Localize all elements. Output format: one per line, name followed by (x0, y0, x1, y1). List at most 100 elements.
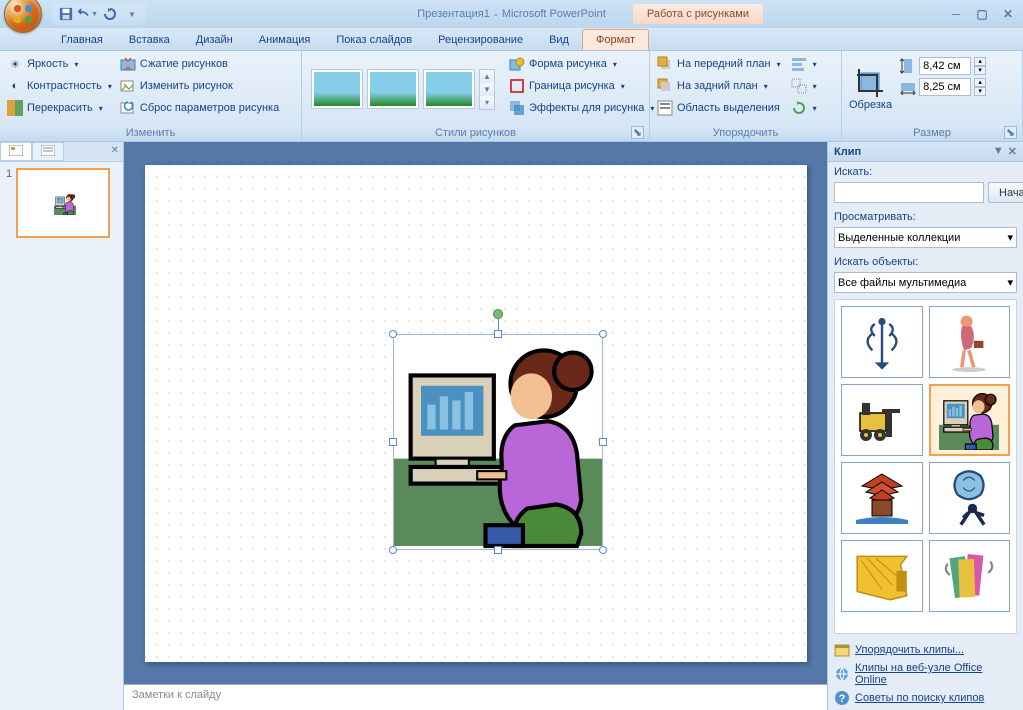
slides-panel: ✕ 1 (0, 142, 124, 710)
resize-handle[interactable] (389, 438, 397, 446)
office-button[interactable] (4, 0, 42, 33)
contextual-tab-label: Работа с рисунками (633, 4, 763, 24)
tab-format[interactable]: Формат (582, 29, 649, 50)
bring-front-button[interactable]: На передний план▾ (653, 53, 785, 75)
compress-button[interactable]: Сжатие рисунков (116, 53, 283, 75)
tab-slideshow[interactable]: Показ слайдов (323, 30, 425, 50)
group-button[interactable]: ▾ (787, 75, 821, 97)
dialog-launcher-icon[interactable]: ⬊ (1004, 126, 1017, 139)
front-icon (657, 56, 673, 72)
spin-up-icon[interactable]: ▴ (974, 57, 986, 66)
slides-tab[interactable] (0, 142, 32, 161)
rotate-handle[interactable] (493, 309, 503, 319)
resize-handle[interactable] (389, 330, 397, 338)
clip-result-item[interactable] (929, 540, 1011, 612)
style-option[interactable] (311, 69, 363, 109)
send-back-button[interactable]: На задний план▾ (653, 75, 785, 97)
search-tips-link[interactable]: ?Советы по поиску клипов (834, 688, 1017, 708)
panel-close-icon[interactable]: ✕ (1008, 145, 1017, 158)
media-type-select[interactable]: Все файлы мультимедиа▾ (834, 272, 1017, 293)
undo-icon[interactable]: ▼ (78, 4, 98, 24)
group-label-size: Размер⬊ (845, 125, 1019, 141)
recolor-icon (7, 100, 23, 116)
help-icon: ? (834, 690, 850, 706)
slides-tab-icon (9, 145, 23, 156)
slide-thumbnail[interactable]: 1 (6, 168, 117, 238)
picture-border-button[interactable]: Граница рисунка▾ (505, 75, 658, 97)
organize-clips-link[interactable]: Упорядочить клипы... (834, 640, 1017, 660)
height-input[interactable]: 8,42 см (919, 57, 971, 75)
selected-picture[interactable] (393, 334, 603, 550)
resize-handle[interactable] (389, 546, 397, 554)
outline-tab[interactable] (32, 142, 64, 161)
style-option[interactable] (367, 69, 419, 109)
group-label-adjust: Изменить (3, 125, 298, 141)
selection-pane-icon (657, 100, 673, 116)
tab-animation[interactable]: Анимация (246, 30, 324, 50)
close-button[interactable]: ✕ (999, 7, 1017, 21)
doc-name: Презентация1 (417, 8, 490, 20)
clip-result-item[interactable] (929, 462, 1011, 534)
crop-icon (855, 67, 887, 99)
width-input[interactable]: 8,25 см (919, 78, 971, 96)
resize-handle[interactable] (599, 330, 607, 338)
resize-handle[interactable] (599, 546, 607, 554)
gallery-down-icon[interactable]: ▼ (480, 83, 494, 96)
contrast-button[interactable]: ◐Контрастность▾ (3, 75, 116, 97)
minimize-button[interactable]: ─ (947, 7, 965, 21)
collections-select[interactable]: Выделенные коллекции▾ (834, 227, 1017, 248)
resize-handle[interactable] (494, 546, 502, 554)
window-title: Презентация1 - Microsoft PowerPoint (417, 7, 606, 21)
style-option[interactable] (423, 69, 475, 109)
recolor-button[interactable]: Перекрасить▾ (3, 97, 116, 119)
office-online-link[interactable]: Клипы на веб-узле Office Online (834, 660, 1017, 688)
tab-insert[interactable]: Вставка (116, 30, 183, 50)
brightness-button[interactable]: ☀Яркость▾ (3, 53, 116, 75)
clip-result-item[interactable] (841, 462, 923, 534)
contrast-icon: ◐ (7, 78, 23, 94)
panel-close-icon[interactable]: ✕ (111, 145, 119, 156)
clip-result-item[interactable] (841, 540, 923, 612)
save-icon[interactable] (56, 4, 76, 24)
align-button[interactable]: ▾ (787, 53, 821, 75)
border-icon (509, 78, 525, 94)
picture-shape-button[interactable]: Форма рисунка▾ (505, 53, 658, 75)
rotate-button[interactable]: ▾ (787, 97, 821, 119)
qat-customize-icon[interactable]: ▼ (122, 4, 142, 24)
dialog-launcher-icon[interactable]: ⬊ (631, 126, 644, 139)
picture-styles-gallery[interactable]: ▲ ▼ ▾ (309, 57, 497, 121)
change-picture-button[interactable]: Изменить рисунок (116, 75, 283, 97)
search-input[interactable] (834, 182, 984, 203)
search-button[interactable]: Начать (988, 182, 1023, 203)
brightness-icon: ☀ (7, 56, 23, 72)
search-label: Искать: (828, 162, 1023, 182)
resize-handle[interactable] (494, 330, 502, 338)
reset-picture-button[interactable]: Сброс параметров рисунка (116, 97, 283, 119)
redo-icon[interactable] (100, 4, 120, 24)
spin-down-icon[interactable]: ▾ (974, 87, 986, 96)
clip-results (834, 299, 1017, 634)
picture-effects-button[interactable]: Эффекты для рисунка▾ (505, 97, 658, 119)
resize-handle[interactable] (599, 438, 607, 446)
tab-view[interactable]: Вид (536, 30, 582, 50)
rotate-icon (791, 100, 807, 116)
selection-pane-button[interactable]: Область выделения (653, 97, 785, 119)
restore-button[interactable]: ▢ (973, 7, 991, 21)
spin-down-icon[interactable]: ▾ (974, 66, 986, 75)
panel-menu-icon[interactable]: ▼ (993, 145, 1004, 158)
clip-result-item[interactable] (929, 306, 1011, 378)
tab-review[interactable]: Рецензирование (425, 30, 536, 50)
tab-design[interactable]: Дизайн (183, 30, 246, 50)
clip-result-item[interactable] (841, 384, 923, 456)
clip-result-item[interactable] (841, 306, 923, 378)
slide-canvas[interactable] (145, 165, 807, 662)
tab-home[interactable]: Главная (48, 30, 116, 50)
gallery-up-icon[interactable]: ▲ (480, 70, 494, 83)
compress-icon (120, 56, 136, 72)
clip-result-item-selected[interactable] (929, 384, 1011, 456)
objects-label: Искать объекты: (828, 252, 1023, 272)
crop-button[interactable]: Обрезка (849, 99, 892, 111)
notes-pane[interactable]: Заметки к слайду (124, 684, 827, 710)
gallery-more-icon[interactable]: ▾ (480, 96, 494, 109)
spin-up-icon[interactable]: ▴ (974, 78, 986, 87)
